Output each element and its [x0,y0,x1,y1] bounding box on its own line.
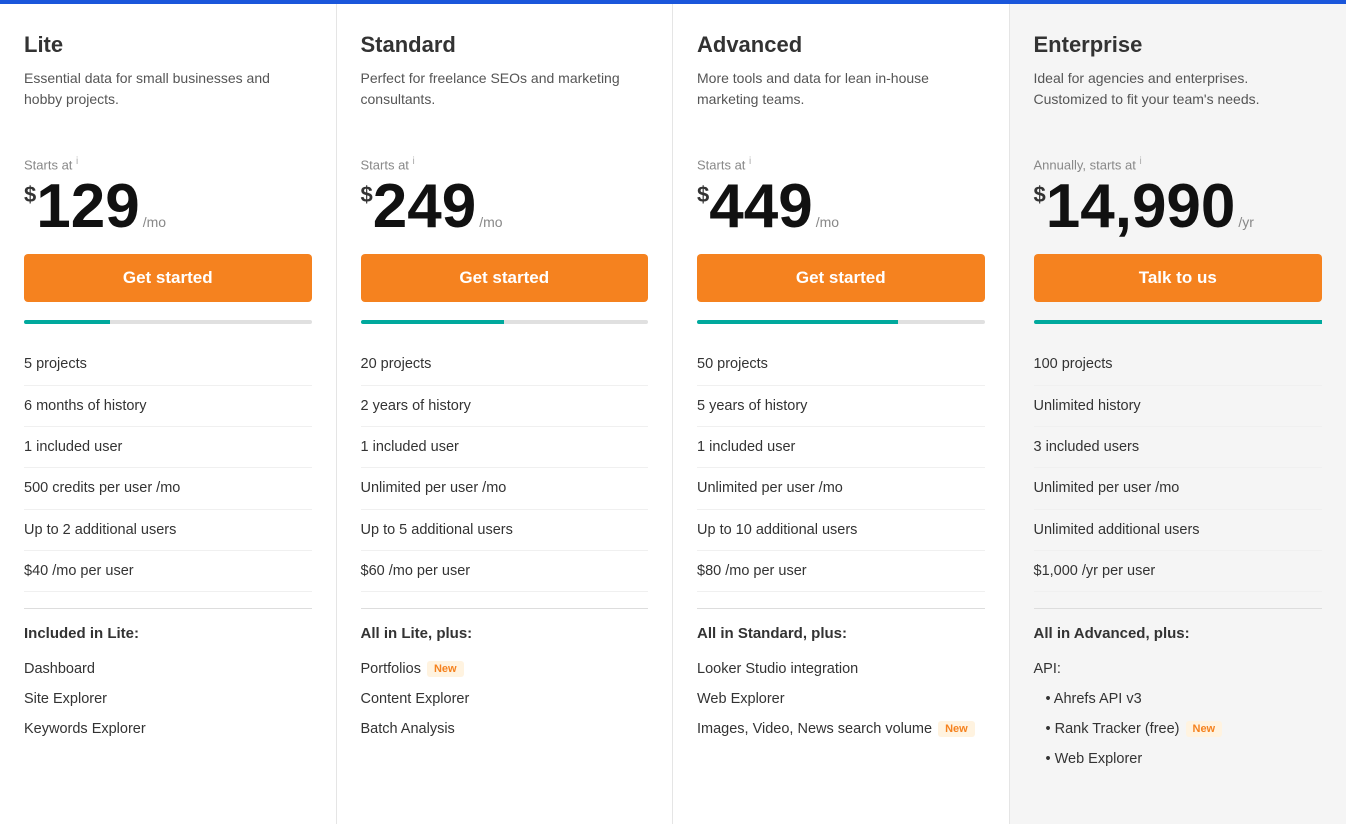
new-badge: New [1186,721,1223,737]
feature-item: $60 /mo per user [361,551,649,592]
cta-button-lite[interactable]: Get started [24,254,312,302]
progress-bar-enterprise [1034,320,1323,324]
included-item: Site Explorer [24,684,312,714]
price-period-standard: /mo [479,214,502,230]
plan-name-advanced: Advanced [697,32,985,58]
feature-item: Unlimited additional users [1034,510,1323,551]
included-title-advanced: All in Standard, plus: [697,625,985,642]
included-list-advanced: Looker Studio integrationWeb ExplorerIma… [697,654,985,744]
feature-item: $80 /mo per user [697,551,985,592]
plan-desc-enterprise: Ideal for agencies and enterprises. Cust… [1034,68,1323,140]
price-dollar-standard: $ [361,184,373,206]
price-amount-standard: 249 [373,176,476,238]
plan-enterprise: Enterprise Ideal for agencies and enterpr… [1010,4,1346,824]
price-amount-advanced: 449 [709,176,812,238]
features-list-lite: 5 projects6 months of history1 included … [24,344,312,592]
price-dollar-advanced: $ [697,184,709,206]
divider-advanced [697,608,985,609]
features-list-standard: 20 projects2 years of history1 included … [361,344,649,592]
plan-lite: Lite Essential data for small businesses … [0,4,337,824]
pricing-grid: Lite Essential data for small businesses … [0,4,1346,824]
price-row-enterprise: $14,990/yr [1034,176,1323,238]
included-item: Batch Analysis [361,714,649,744]
progress-bar-advanced [697,320,985,324]
plan-name-enterprise: Enterprise [1034,32,1323,58]
feature-item: Up to 2 additional users [24,510,312,551]
feature-item: 5 projects [24,344,312,385]
included-item: PortfoliosNew [361,654,649,684]
plan-standard: Standard Perfect for freelance SEOs and m… [337,4,674,824]
plan-advanced: Advanced More tools and data for lean in-… [673,4,1010,824]
divider-standard [361,608,649,609]
progress-bar-standard [361,320,649,324]
included-title-lite: Included in Lite: [24,625,312,642]
feature-item: Up to 5 additional users [361,510,649,551]
features-list-enterprise: 100 projectsUnlimited history3 included … [1034,344,1323,592]
price-label-advanced: Starts at i [697,156,985,172]
progress-bar-lite [24,320,312,324]
price-period-lite: /mo [143,214,166,230]
feature-item: Unlimited per user /mo [697,468,985,509]
price-dollar-enterprise: $ [1034,184,1046,206]
included-item: API: [1034,654,1323,684]
feature-item: 6 months of history [24,386,312,427]
plan-desc-lite: Essential data for small businesses and … [24,68,312,140]
feature-item: Unlimited per user /mo [1034,468,1323,509]
feature-item: 1 included user [24,427,312,468]
included-title-standard: All in Lite, plus: [361,625,649,642]
price-period-enterprise: /yr [1238,214,1254,230]
feature-item: Up to 10 additional users [697,510,985,551]
price-row-lite: $129/mo [24,176,312,238]
included-item: Images, Video, News search volumeNew [697,714,985,744]
cta-button-advanced[interactable]: Get started [697,254,985,302]
price-amount-lite: 129 [36,176,139,238]
feature-item: Unlimited history [1034,386,1323,427]
plan-name-lite: Lite [24,32,312,58]
included-item: • Web Explorer [1034,744,1323,774]
feature-item: Unlimited per user /mo [361,468,649,509]
included-item: • Ahrefs API v3 [1034,684,1323,714]
price-label-enterprise: Annually, starts at i [1034,156,1323,172]
included-item: Web Explorer [697,684,985,714]
cta-button-standard[interactable]: Get started [361,254,649,302]
included-item: Keywords Explorer [24,714,312,744]
included-item: Looker Studio integration [697,654,985,684]
feature-item: 500 credits per user /mo [24,468,312,509]
feature-item: 1 included user [361,427,649,468]
included-title-enterprise: All in Advanced, plus: [1034,625,1323,642]
price-period-advanced: /mo [816,214,839,230]
plan-desc-standard: Perfect for freelance SEOs and marketing… [361,68,649,140]
feature-item: $40 /mo per user [24,551,312,592]
included-list-standard: PortfoliosNewContent ExplorerBatch Analy… [361,654,649,744]
feature-item: 5 years of history [697,386,985,427]
new-badge: New [427,661,464,677]
feature-item: 20 projects [361,344,649,385]
price-row-standard: $249/mo [361,176,649,238]
new-badge: New [938,721,975,737]
included-item: Content Explorer [361,684,649,714]
feature-item: $1,000 /yr per user [1034,551,1323,592]
price-dollar-lite: $ [24,184,36,206]
feature-item: 50 projects [697,344,985,385]
feature-item: 1 included user [697,427,985,468]
cta-button-enterprise[interactable]: Talk to us [1034,254,1323,302]
price-amount-enterprise: 14,990 [1046,176,1236,238]
divider-enterprise [1034,608,1323,609]
features-list-advanced: 50 projects5 years of history1 included … [697,344,985,592]
price-label-lite: Starts at i [24,156,312,172]
feature-item: 2 years of history [361,386,649,427]
included-item: • Rank Tracker (free)New [1034,714,1323,744]
included-item: Dashboard [24,654,312,684]
included-list-lite: DashboardSite ExplorerKeywords Explorer [24,654,312,744]
feature-item: 3 included users [1034,427,1323,468]
divider-lite [24,608,312,609]
price-label-standard: Starts at i [361,156,649,172]
plan-desc-advanced: More tools and data for lean in-house ma… [697,68,985,140]
feature-item: 100 projects [1034,344,1323,385]
plan-name-standard: Standard [361,32,649,58]
price-row-advanced: $449/mo [697,176,985,238]
included-list-enterprise: API:• Ahrefs API v3• Rank Tracker (free)… [1034,654,1323,774]
